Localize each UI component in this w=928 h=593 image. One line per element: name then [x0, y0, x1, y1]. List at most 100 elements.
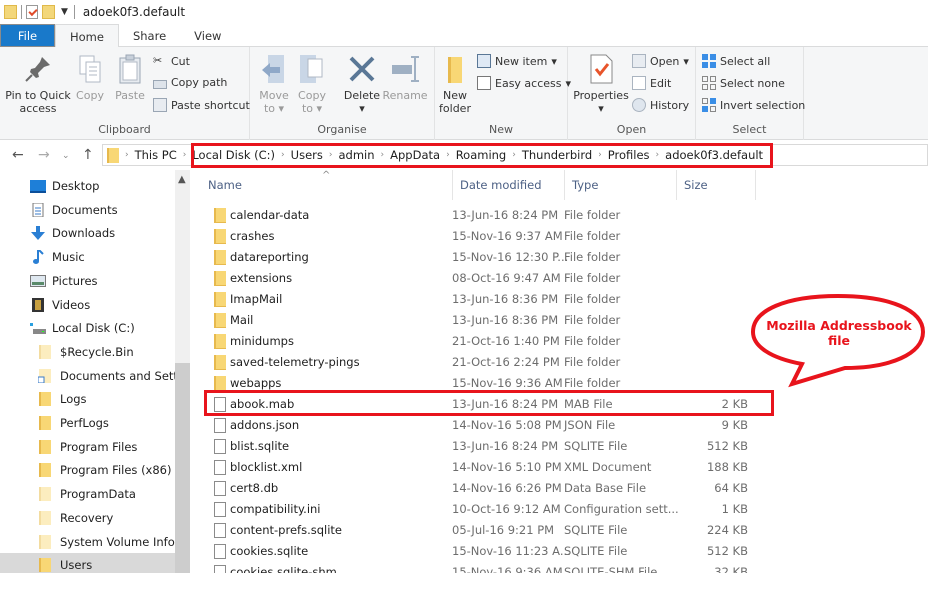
breadcrumb-separator-icon: ›: [769, 150, 773, 160]
file-name: cert8.db: [230, 481, 279, 495]
sidebar-item-documents-and-settings[interactable]: Documents and Settings: [0, 364, 175, 388]
properties-button[interactable]: Properties ▾: [572, 53, 630, 115]
folder-icon: [214, 292, 226, 307]
recent-locations-chevron-icon[interactable]: ⌄: [62, 151, 70, 161]
rename-button[interactable]: Rename: [382, 53, 428, 102]
move-to-button[interactable]: Move to ▾: [256, 53, 292, 115]
sidebar-item-label: System Volume Information: [60, 534, 175, 549]
sidebar-item-program-files-x86[interactable]: Program Files (x86): [0, 458, 175, 482]
pin-to-quick-access-button[interactable]: Pin to Quick access: [4, 53, 72, 115]
file-row[interactable]: content-prefs.sqlite 05-Jul-16 9:21 PM SQL…: [208, 520, 768, 541]
file-row[interactable]: webapps 15-Nov-16 9:36 AM File folder: [208, 373, 768, 394]
file-row[interactable]: cookies.sqlite-shm 15-Nov-16 9:36 AM SQLIT…: [208, 562, 768, 573]
sidebar-item-desktop[interactable]: Desktop: [0, 174, 175, 198]
file-name: cookies.sqlite: [230, 544, 309, 558]
history-button[interactable]: History: [632, 98, 689, 112]
properties-quick-icon[interactable]: [26, 5, 38, 19]
sidebar-item-music[interactable]: Music: [0, 245, 175, 269]
folder-icon: [214, 250, 226, 265]
file-row[interactable]: abook.mab 13-Jun-16 8:24 PM MAB File 2 KB: [208, 394, 768, 415]
navigation-pane-scrollbar[interactable]: ▲: [175, 170, 190, 573]
breadcrumb-thunderbird[interactable]: Thunderbird: [522, 148, 592, 162]
select-none-button[interactable]: Select none: [702, 76, 785, 90]
sidebar-item-documents[interactable]: Documents: [0, 198, 175, 222]
copy-to-button[interactable]: Copy to ▾: [294, 53, 330, 115]
sidebar-item-recovery[interactable]: Recovery: [0, 506, 175, 530]
column-header-type[interactable]: Type: [564, 170, 677, 200]
column-header-name[interactable]: Name ^: [200, 170, 453, 200]
address-bar[interactable]: › This PC › Local Disk (C:) › Users › ad…: [102, 144, 928, 166]
sidebar-item-local-disk-c[interactable]: Local Disk (C:): [0, 316, 175, 340]
new-item-button[interactable]: New item ▾: [477, 54, 557, 68]
tab-view[interactable]: View: [180, 24, 235, 47]
column-header-date-modified[interactable]: Date modified: [452, 170, 565, 200]
tab-home[interactable]: Home: [55, 24, 119, 48]
sidebar-item-label: Pictures: [52, 273, 98, 288]
file-row[interactable]: saved-telemetry-pings 21-Oct-16 2:24 PM Fi…: [208, 352, 768, 373]
sidebar-item-program-files[interactable]: Program Files: [0, 435, 175, 459]
breadcrumb-profiles[interactable]: Profiles: [608, 148, 650, 162]
file-row[interactable]: blist.sqlite 13-Jun-16 8:24 PM SQLITE File…: [208, 436, 768, 457]
invert-selection-button[interactable]: Invert selection: [702, 98, 805, 112]
new-folder-button[interactable]: New folder: [437, 53, 473, 115]
copy-button[interactable]: Copy: [72, 53, 108, 102]
sidebar-item-users[interactable]: Users: [0, 553, 175, 573]
file-row[interactable]: datareporting 15-Nov-16 12:30 P... File fo…: [208, 247, 768, 268]
sidebar-item-programdata[interactable]: ProgramData: [0, 482, 175, 506]
breadcrumb-this-pc[interactable]: This PC: [135, 148, 177, 162]
file-row[interactable]: extensions 08-Oct-16 9:47 AM File folder: [208, 268, 768, 289]
file-row[interactable]: crashes 15-Nov-16 9:37 AM File folder: [208, 226, 768, 247]
customize-quick-access-icon[interactable]: ▼: [61, 7, 68, 17]
breadcrumb-profile-folder[interactable]: adoek0f3.default: [665, 148, 763, 162]
cut-button[interactable]: ✂ Cut: [153, 54, 190, 68]
breadcrumb-appdata[interactable]: AppData: [390, 148, 440, 162]
breadcrumb-users[interactable]: Users: [291, 148, 323, 162]
file-row[interactable]: addons.json 14-Nov-16 5:08 PM JSON File 9 K…: [208, 415, 768, 436]
open-button[interactable]: Open ▾: [632, 54, 689, 68]
sidebar-item-system-volume-information[interactable]: System Volume Information: [0, 530, 175, 554]
file-row[interactable]: ImapMail 13-Jun-16 8:36 PM File folder: [208, 289, 768, 310]
file-type: File folder: [564, 208, 621, 222]
column-header-size[interactable]: Size: [676, 170, 756, 200]
file-row[interactable]: calendar-data 13-Jun-16 8:24 PM File folde…: [208, 205, 768, 226]
sidebar-item-recycle-bin[interactable]: $Recycle.Bin: [0, 340, 175, 364]
breadcrumb-admin[interactable]: admin: [338, 148, 374, 162]
edit-button[interactable]: Edit: [632, 76, 671, 90]
tab-share[interactable]: Share: [119, 24, 180, 47]
file-size: 224 KB: [706, 523, 748, 537]
sidebar-item-pictures[interactable]: Pictures: [0, 269, 175, 293]
sidebar-item-videos[interactable]: Videos: [0, 293, 175, 317]
delete-button[interactable]: Delete ▾: [342, 53, 382, 115]
breadcrumb-roaming[interactable]: Roaming: [456, 148, 507, 162]
file-row[interactable]: Mail 13-Jun-16 8:36 PM File folder: [208, 310, 768, 331]
select-group-label: Select: [732, 123, 767, 136]
organise-group-label: Organise: [317, 123, 367, 136]
scroll-up-icon[interactable]: ▲: [178, 174, 186, 185]
folder-icon: [38, 463, 54, 478]
file-type: XML Document: [564, 460, 652, 474]
sidebar-item-downloads[interactable]: Downloads: [0, 221, 175, 245]
back-arrow-icon[interactable]: ←: [12, 147, 24, 163]
file-size: 188 KB: [706, 460, 748, 474]
file-row[interactable]: blocklist.xml 14-Nov-16 5:10 PM XML Docume…: [208, 457, 768, 478]
copy-path-button[interactable]: Copy path: [153, 76, 227, 89]
tab-file[interactable]: File: [0, 24, 55, 47]
sidebar-item-logs[interactable]: Logs: [0, 387, 175, 411]
paste-button[interactable]: Paste: [112, 53, 148, 102]
file-row[interactable]: compatibility.ini 10-Oct-16 9:12 AM Config…: [208, 499, 768, 520]
up-arrow-icon[interactable]: ↑: [82, 147, 94, 163]
file-date-modified: 15-Nov-16 9:37 AM: [452, 229, 563, 243]
forward-arrow-icon[interactable]: →: [38, 147, 50, 163]
select-all-button[interactable]: Select all: [702, 54, 770, 68]
scrollbar-thumb[interactable]: [175, 363, 190, 573]
file-row[interactable]: cookies.sqlite 15-Nov-16 11:23 A... SQLITE…: [208, 541, 768, 562]
breadcrumb-local-disk[interactable]: Local Disk (C:): [192, 148, 275, 162]
new-folder-quick-icon[interactable]: [42, 5, 55, 19]
paste-shortcut-button[interactable]: Paste shortcut: [153, 98, 250, 112]
file-type: SQLITE File: [564, 523, 628, 537]
settings-file-icon: [214, 502, 226, 517]
file-row[interactable]: minidumps 21-Oct-16 1:40 PM File folder: [208, 331, 768, 352]
file-row[interactable]: cert8.db 14-Nov-16 6:26 PM Data Base File 6…: [208, 478, 768, 499]
easy-access-button[interactable]: Easy access ▾: [477, 76, 571, 90]
sidebar-item-perflogs[interactable]: PerfLogs: [0, 411, 175, 435]
